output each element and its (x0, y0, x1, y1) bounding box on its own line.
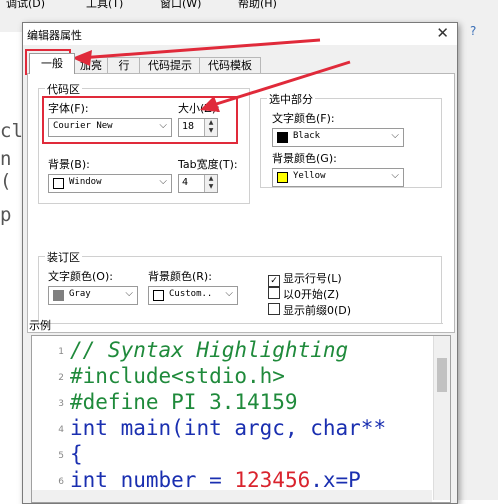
tab-general[interactable]: 一般 (29, 53, 75, 74)
annotation-arrows (72, 38, 351, 112)
arrow-to-size (200, 60, 351, 112)
arrow-to-tab (72, 38, 321, 66)
